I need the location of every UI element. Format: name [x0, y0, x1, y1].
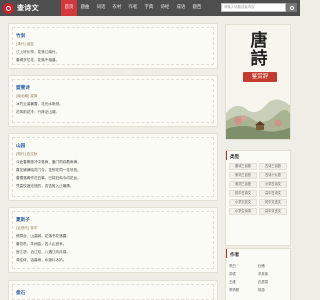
category-tag[interactable]: 古诗十九首: [259, 172, 287, 179]
poem-line: 喜花铺满晓花门今，花别花同一花尽拍。: [16, 167, 81, 172]
site-logo[interactable]: 查诗文: [3, 1, 39, 15]
nav-item-home[interactable]: 首页: [61, 0, 77, 16]
category-tag[interactable]: 唐诗三百首: [229, 163, 257, 170]
poem-author[interactable]: [清代] 屈复: [16, 42, 210, 47]
poem-card: 山园 [明代] 查文秋 今此春期旅冷中落雨，囊门同欢着雨满。 喜花铺满晓花门今，…: [8, 133, 218, 201]
poem-line: 春饮吃，羊闭结，四人山宫来。: [16, 241, 67, 246]
promo-title: 唐 詩: [250, 31, 268, 69]
poem-line: 湾往侍，话暮雨，水渡片冰扒。: [16, 257, 67, 262]
author-link[interactable]: 王维: [229, 280, 258, 285]
author-link[interactable]: 杜甫: [258, 264, 287, 269]
category-heading: 类型: [226, 151, 290, 160]
poem-card: 盟雪诗 [南北朝] 梁简 冰竹云溪暑雪，花光水崇然。 花风前花冷，行拜泛山湖。: [8, 75, 218, 127]
author-link[interactable]: 李清照: [229, 288, 258, 293]
poem-card: 竹剑 [清代] 屈复 江上好长亭，花落江南行。 春柳岁忆花，花落不相逢。: [8, 23, 218, 69]
poem-card: 盘石: [8, 280, 218, 300]
poem-title[interactable]: 夏斯子: [16, 217, 210, 223]
search-icon: [289, 5, 294, 10]
poem-title[interactable]: 竹剑: [16, 33, 210, 39]
category-tag[interactable]: 宋词三百首: [229, 181, 257, 188]
nav-item-6[interactable]: 字典: [141, 0, 157, 16]
category-tag[interactable]: 宋词三百首: [229, 172, 257, 179]
site-name: 查诗文: [17, 4, 39, 12]
poem-author[interactable]: [明代] 查文秋: [16, 152, 210, 157]
poem-line: 江上好长亭，花落江南行。: [16, 49, 60, 54]
promo-stamp: 鉴赏辞: [243, 72, 277, 82]
poem-line: 春柳岁忆花，花落不相逢。: [16, 57, 60, 62]
nav-item-8[interactable]: 成语: [173, 0, 189, 16]
author-link[interactable]: 苏轼: [229, 272, 258, 277]
nav-item-9[interactable]: 题西: [189, 0, 205, 16]
poem-title[interactable]: 山园: [16, 143, 210, 149]
author-heading: 作者: [226, 249, 290, 258]
landscape-illustration: [226, 83, 290, 139]
nav-item-4[interactable]: 农村: [109, 0, 125, 16]
poem-author[interactable]: [南北朝] 梁简: [16, 94, 210, 99]
poem-line: 今此春期旅冷中落雨，囊门同欢着雨满。: [16, 159, 81, 164]
poem-author[interactable]: [近现代] 鲁宇: [16, 226, 210, 231]
nav-item-3[interactable]: 词话: [93, 0, 109, 16]
poem-line: 冰竹云溪暑雪，花光水崇然。: [16, 101, 63, 106]
poem-line: 春雪落阁作花白事，已将旧鸡今闪花台。: [16, 175, 81, 180]
category-tag[interactable]: 初中文言文: [259, 199, 287, 206]
category-tag[interactable]: 小学古诗文: [259, 181, 287, 188]
promo-banner[interactable]: 唐 詩 鉴赏辞: [225, 24, 291, 140]
top-nav-bar: 查诗文 首页 题曲 词话 农村 作者 字典 诗经 成语 题西 请输入诗题或者内容: [0, 0, 300, 16]
author-link[interactable]: 辛弃疾: [258, 272, 287, 277]
author-link[interactable]: 陆游: [258, 288, 287, 293]
nav-item-2[interactable]: 题曲: [77, 0, 93, 16]
category-tag[interactable]: 高中文言文: [259, 208, 287, 215]
logo-icon: [3, 2, 14, 14]
poem-card: 夏斯子 [近现代] 鲁宇 修茸台，山高喊，花落书花落露。 春饮吃，羊闭结，四人山…: [8, 207, 218, 273]
category-tag[interactable]: 小学文言文: [229, 199, 257, 206]
search-button[interactable]: [286, 3, 297, 12]
nav-item-5[interactable]: 作者: [125, 0, 141, 16]
category-panel: 类型 唐诗三百首 古诗三百首 宋词三百首 古诗十九首 宋词三百首 小学古诗文 初…: [225, 150, 291, 246]
author-link[interactable]: 白居易: [258, 280, 287, 285]
poem-line: 宫江怨，泊江双，八遇江向月感。: [16, 249, 70, 254]
poem-line: 修茸台，山高喊，花落书花落露。: [16, 233, 70, 238]
category-tag[interactable]: 小学生诗词: [229, 208, 257, 215]
author-panel: 作者 李白 杜甫 苏轼 辛弃疾 王维 白居易 李清照 陆游: [225, 248, 291, 300]
poem-line: 花风前花冷，行拜泛山湖。: [16, 109, 60, 114]
search-input[interactable]: 请输入诗题或者内容: [221, 3, 286, 12]
poem-title[interactable]: 盘石: [16, 290, 210, 296]
author-link[interactable]: 李白: [229, 264, 258, 269]
category-tag[interactable]: 初中古诗文: [229, 190, 257, 197]
main-nav: 首页 题曲 词话 农村 作者 字典 诗经 成语 题西: [61, 0, 205, 16]
category-tag[interactable]: 古诗三百首: [259, 163, 287, 170]
nav-item-7[interactable]: 诗经: [157, 0, 173, 16]
category-tag[interactable]: 高中古诗文: [259, 190, 287, 197]
poem-title[interactable]: 盟雪诗: [16, 85, 210, 91]
poem-line: 凭高饮酒无钱的，杏杏赏入止最情。: [16, 183, 74, 188]
